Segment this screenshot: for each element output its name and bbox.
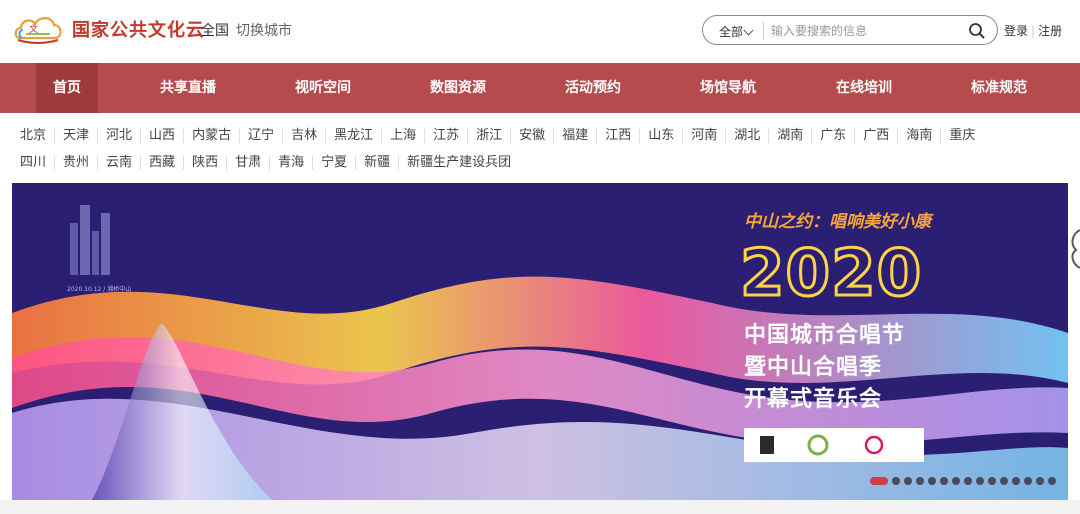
province-link[interactable]: 云南 [98,156,142,170]
carousel-dot[interactable] [928,477,936,485]
nav-item-activity-booking[interactable]: 活动预约 [557,63,629,113]
carousel-dot[interactable] [916,477,924,485]
province-link[interactable]: 山西 [141,129,185,143]
search-input[interactable] [771,20,961,42]
banner-slogan: 中山之约：唱响美好小康 [744,212,931,232]
login-link[interactable]: 登录 [1004,22,1028,39]
search-icon[interactable] [967,21,987,41]
province-row-1: 北京 天津 河北 山西 内蒙古 辽宁 吉林 黑龙江 上海 江苏 浙江 安徽 福建 江西 山东 河南 湖北 湖南 广东… [12,122,1072,149]
province-link[interactable]: 河北 [98,129,142,143]
sponsor-logo-icon [864,435,884,455]
svg-text:文: 文 [29,23,38,35]
province-link[interactable]: 贵州 [55,156,99,170]
carousel-dot[interactable] [976,477,984,485]
carousel-dot[interactable] [952,477,960,485]
province-link[interactable]: 上海 [382,129,426,143]
carousel-dot[interactable] [870,477,888,485]
province-link[interactable]: 新疆生产建设兵团 [399,156,519,170]
switch-city-link[interactable]: 切换城市 [236,20,292,40]
province-link[interactable]: 西藏 [141,156,185,170]
current-region: 全国 [201,23,229,39]
banner-title-line3: 开幕式音乐会 [744,387,883,412]
province-link[interactable]: 宁夏 [313,156,357,170]
nav-item-online-training[interactable]: 在线培训 [828,63,900,113]
nav-item-home[interactable]: 首页 [36,63,98,113]
carousel-dot[interactable] [1012,477,1020,485]
province-link[interactable]: 辽宁 [240,129,284,143]
province-link[interactable]: 甘肃 [227,156,271,170]
province-link[interactable]: 内蒙古 [184,129,241,143]
province-link[interactable]: 四川 [12,156,56,170]
cloud-logo-icon[interactable]: 文 [12,10,64,46]
auth-links: 登录 | 注册 [1004,22,1062,39]
carousel-dot[interactable] [1036,477,1044,485]
banner-small-caption: 2020.10.12 / 湘桥中山 [67,285,131,293]
auth-separator: | [1031,24,1036,38]
province-list: 北京 天津 河北 山西 内蒙古 辽宁 吉林 黑龙江 上海 江苏 浙江 安徽 福建 江西 山东 河南 湖北 湖南 广东… [12,122,1072,176]
province-link[interactable]: 陕西 [184,156,228,170]
province-link[interactable]: 重庆 [941,129,983,143]
carousel-dot[interactable] [964,477,972,485]
nav-item-standards[interactable]: 标准规范 [963,63,1035,113]
province-link[interactable]: 湖南 [769,129,813,143]
nav-item-venue-navigation[interactable]: 场馆导航 [692,63,764,113]
nav-item-digital-resources[interactable]: 数图资源 [422,63,494,113]
carousel-dot[interactable] [1000,477,1008,485]
sponsor-logo-icon [760,436,774,454]
province-link[interactable]: 新疆 [356,156,400,170]
province-link[interactable]: 江苏 [425,129,469,143]
province-link[interactable]: 浙江 [468,129,512,143]
carousel-dot[interactable] [988,477,996,485]
search-box: 全部 [702,15,998,45]
chevron-down-icon[interactable] [743,25,754,36]
search-scope-select[interactable]: 全部 [719,23,743,40]
carousel-dot[interactable] [1024,477,1032,485]
carousel-dot[interactable] [940,477,948,485]
brand-name[interactable]: 国家公共文化云 [72,16,205,42]
banner-year: 2020 [738,236,923,313]
sponsor-logos [744,428,924,462]
carousel-dot[interactable] [904,477,912,485]
side-decoration-icon [1071,229,1080,269]
province-link[interactable]: 广西 [855,129,899,143]
province-link[interactable]: 青海 [270,156,314,170]
province-link[interactable]: 江西 [597,129,641,143]
province-link[interactable]: 安徽 [511,129,555,143]
page-bottom-strip [0,500,1080,514]
top-bar: 文 国家公共文化云 全国 切换城市 全部 登录|注册 [0,0,1080,63]
sponsor-logo-icon [807,434,829,456]
banner-carousel[interactable]: 2020.10.12 / 湘桥中山 中山之约：唱响美好小康 2020 中国城市合… [12,183,1068,500]
province-link[interactable]: 吉林 [283,129,327,143]
province-link[interactable]: 天津 [55,129,99,143]
province-row-2: 四川 贵州 云南 西藏 陕西 甘肃 青海 宁夏 新疆 新疆生产建设兵团 [12,149,1072,176]
province-link[interactable]: 黑龙江 [326,129,383,143]
nav-item-live[interactable]: 共享直播 [152,63,224,113]
province-link[interactable]: 北京 [12,129,56,143]
province-link[interactable]: 海南 [898,129,942,143]
province-link[interactable]: 湖北 [726,129,770,143]
province-link[interactable]: 福建 [554,129,598,143]
carousel-dot[interactable] [892,477,900,485]
banner-text-block: 中山之约：唱响美好小康 2020 中国城市合唱节 暨中山合唱季 开幕式音乐会 [738,183,1068,500]
main-nav: 首页 共享直播 视听空间 数图资源 活动预约 场馆导航 在线培训 标准规范 [0,63,1080,113]
register-link[interactable]: 注册 [1038,22,1062,39]
province-link[interactable]: 河南 [683,129,727,143]
carousel-dot[interactable] [1048,477,1056,485]
banner-title-line1: 中国城市合唱节 [744,323,906,348]
province-link[interactable]: 山东 [640,129,684,143]
search-divider [763,22,764,40]
banner-title-line2: 暨中山合唱季 [744,355,883,380]
city-skyline-icon [70,205,110,275]
province-link[interactable]: 广东 [812,129,856,143]
nav-item-audiovisual[interactable]: 视听空间 [287,63,359,113]
